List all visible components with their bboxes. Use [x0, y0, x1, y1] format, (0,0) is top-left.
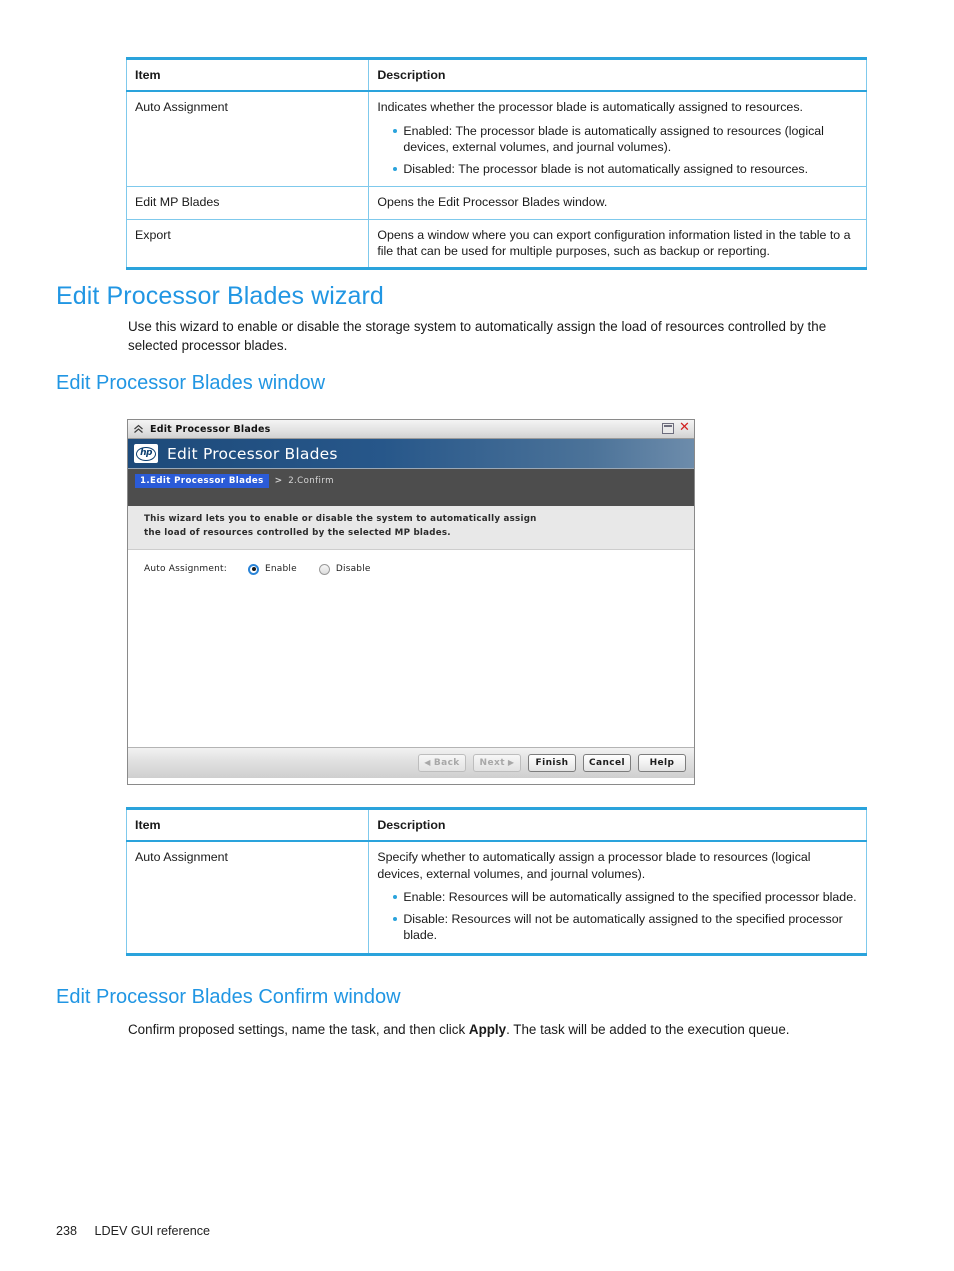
- banner-title: Edit Processor Blades: [167, 444, 338, 463]
- breadcrumb-step-2[interactable]: 2.Confirm: [288, 476, 334, 486]
- help-button-label: Help: [649, 757, 675, 768]
- table-row: Auto Assignment Specify whether to autom…: [125, 840, 867, 955]
- parameters-table-top: Item Description Auto Assignment Indicat…: [125, 57, 867, 271]
- instructions-line-1: This wizard lets you to enable or disabl…: [144, 514, 537, 524]
- table-row: Edit MP Blades Opens the Edit Processor …: [125, 186, 867, 220]
- dialog-titlebar: Edit Processor Blades ✕: [128, 420, 694, 439]
- instructions-line-2: the load of resources controlled by the …: [144, 527, 451, 538]
- next-button-label: Next: [479, 757, 505, 768]
- row-item-label: Auto Assignment: [125, 840, 370, 955]
- paragraph-confirm: Confirm proposed settings, name the task…: [128, 1020, 870, 1039]
- heading-edit-processor-blades-wizard: Edit Processor Blades wizard: [56, 282, 384, 310]
- list-item: Disable: Resources will not be automatic…: [393, 911, 858, 943]
- auto-assignment-field: Auto Assignment: Enable Disable: [144, 563, 393, 575]
- heading-edit-processor-blades-window: Edit Processor Blades window: [56, 372, 326, 394]
- arrow-right-icon: ▶: [507, 758, 515, 768]
- parameters-table-bottom: Item Description Auto Assignment Specify…: [125, 807, 867, 956]
- dialog-body: Auto Assignment: Enable Disable ◀ Back N…: [128, 549, 694, 778]
- radio-disable-icon[interactable]: [318, 563, 330, 575]
- close-icon[interactable]: ✕: [678, 421, 691, 435]
- footer-chapter: LDEV GUI reference: [94, 1224, 211, 1238]
- dialog-title: Edit Processor Blades: [150, 423, 271, 435]
- table-row: Export Opens a window where you can expo…: [125, 218, 867, 270]
- heading-edit-processor-blades-confirm-window: Edit Processor Blades Confirm window: [56, 986, 401, 1008]
- hp-logo-text: hp: [140, 448, 152, 458]
- page-number: 238: [56, 1224, 78, 1238]
- list-item: Enabled: The processor blade is automati…: [393, 123, 858, 155]
- dialog-banner: hp Edit Processor Blades: [128, 439, 694, 469]
- list-item: Enable: Resources will be automatically …: [393, 889, 858, 905]
- back-button[interactable]: ◀ Back: [418, 753, 466, 772]
- radio-enable-icon[interactable]: [248, 563, 259, 575]
- back-button-label: Back: [433, 757, 460, 768]
- row-description: Specify whether to automatically assign …: [368, 840, 867, 955]
- paragraph-confirm-after: . The task will be added to the executio…: [506, 1022, 790, 1037]
- table-header-item: Item: [125, 808, 370, 843]
- wizard-breadcrumb: 1.Edit Processor Blades > 2.Confirm: [128, 469, 694, 493]
- row-description-intro: Indicates whether the processor blade is…: [377, 100, 803, 115]
- row-description-intro: Opens the Edit Processor Blades window.: [377, 195, 608, 210]
- radio-option-enable[interactable]: Enable: [248, 563, 297, 575]
- hp-logo-icon: hp: [134, 444, 158, 463]
- cancel-button[interactable]: Cancel: [583, 753, 631, 772]
- finish-button-label: Finish: [535, 757, 569, 768]
- row-item-label: Auto Assignment: [125, 90, 370, 188]
- radio-disable-label: Disable: [335, 564, 371, 575]
- paragraph-confirm-before: Confirm proposed settings, name the task…: [128, 1022, 469, 1037]
- table-header-row: Item Description: [125, 58, 867, 93]
- arrow-left-icon: ◀: [424, 758, 431, 768]
- radio-option-disable[interactable]: Disable: [318, 563, 371, 575]
- table-header-item: Item: [125, 58, 370, 93]
- auto-assignment-label: Auto Assignment:: [144, 564, 227, 575]
- row-description: Indicates whether the processor blade is…: [368, 90, 867, 188]
- edit-processor-blades-dialog: Edit Processor Blades ✕ hp Edit Processo…: [127, 419, 695, 785]
- row-description-intro: Opens a window where you can export conf…: [377, 227, 851, 258]
- radio-enable-label: Enable: [265, 564, 297, 575]
- dialog-instructions: This wizard lets you to enable or disabl…: [128, 506, 694, 550]
- breadcrumb-step-1[interactable]: 1.Edit Processor Blades: [135, 474, 269, 488]
- document-page: Item Description Auto Assignment Indicat…: [0, 0, 954, 1271]
- table-header-description: Description: [368, 58, 867, 93]
- page-footer: 238 LDEV GUI reference: [56, 1224, 210, 1238]
- table-header-row: Item Description: [125, 808, 867, 843]
- cancel-button-label: Cancel: [588, 757, 625, 768]
- breadcrumb-filler: [128, 493, 694, 506]
- finish-button[interactable]: Finish: [528, 753, 576, 772]
- breadcrumb-separator-icon: >: [274, 476, 283, 486]
- table-header-description: Description: [368, 808, 867, 843]
- next-button[interactable]: Next ▶: [473, 753, 521, 772]
- table-row: Auto Assignment Indicates whether the pr…: [125, 90, 867, 188]
- help-button[interactable]: Help: [638, 753, 686, 772]
- row-description-intro: Specify whether to automatically assign …: [377, 850, 811, 881]
- maximize-icon[interactable]: [662, 423, 674, 434]
- window-controls: ✕: [662, 421, 691, 435]
- row-item-label: Edit MP Blades: [125, 186, 370, 220]
- row-bullet-list: Enable: Resources will be automatically …: [377, 889, 858, 943]
- paragraph-wizard-intro: Use this wizard to enable or disable the…: [128, 319, 827, 354]
- row-bullet-list: Enabled: The processor blade is automati…: [377, 123, 858, 177]
- dialog-button-bar: ◀ Back Next ▶ Finish Cancel Help: [128, 746, 694, 778]
- chevron-double-up-icon[interactable]: [132, 423, 145, 436]
- row-item-label: Export: [125, 218, 370, 270]
- row-description: Opens a window where you can export conf…: [368, 218, 867, 270]
- paragraph-confirm-bold: Apply: [468, 1022, 507, 1037]
- row-description: Opens the Edit Processor Blades window.: [368, 186, 867, 220]
- list-item: Disabled: The processor blade is not aut…: [393, 161, 858, 177]
